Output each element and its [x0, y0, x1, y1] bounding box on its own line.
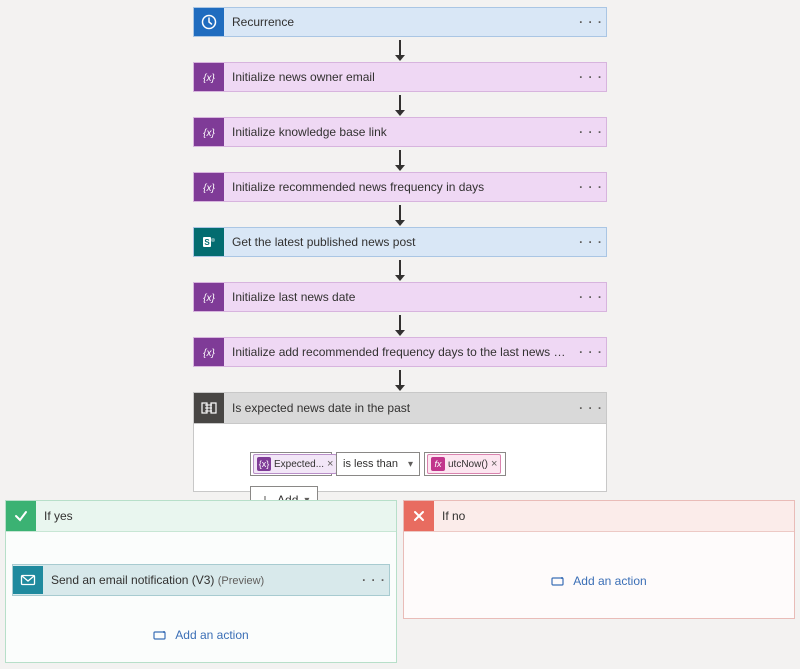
chip-remove-icon[interactable]: ×	[491, 458, 497, 470]
get-latest-action[interactable]: S Get the latest published news post · ·…	[193, 227, 607, 257]
chip-remove-icon[interactable]: ×	[327, 458, 333, 470]
more-icon[interactable]: · · ·	[576, 401, 606, 415]
condition-right-operand[interactable]: fx utcNow() ×	[424, 452, 506, 476]
init-kb-title: Initialize knowledge base link	[224, 125, 576, 139]
init-freq-title: Initialize recommended news frequency in…	[224, 180, 576, 194]
get-latest-title: Get the latest published news post	[224, 235, 576, 249]
connector-arrow	[399, 40, 401, 56]
variable-icon: {x}	[194, 63, 224, 91]
recurrence-more-icon[interactable]: · · ·	[576, 15, 606, 29]
variable-icon: {x}	[194, 118, 224, 146]
svg-text:{x}: {x}	[203, 128, 215, 139]
sharepoint-icon: S	[194, 228, 224, 256]
if-no-branch: If no Add an action	[403, 500, 795, 619]
more-icon[interactable]: · · ·	[576, 70, 606, 84]
init-kb-action[interactable]: {x} Initialize knowledge base link · · ·	[193, 117, 607, 147]
more-icon[interactable]: · · ·	[576, 290, 606, 304]
clock-icon	[194, 8, 224, 36]
connector-arrow	[399, 370, 401, 386]
more-icon[interactable]: · · ·	[359, 573, 389, 587]
variable-chip-label: Expected...	[274, 459, 324, 470]
connector-arrow	[399, 315, 401, 331]
if-yes-branch: If yes Send an email notification (V3) (…	[5, 500, 397, 663]
svg-text:S: S	[204, 238, 210, 247]
if-yes-title: If yes	[36, 509, 81, 523]
svg-text:{x}: {x}	[203, 348, 215, 359]
send-email-title: Send an email notification (V3) (Preview…	[43, 573, 359, 587]
init-last-title: Initialize last news date	[224, 290, 576, 304]
check-icon	[6, 501, 36, 531]
chevron-down-icon: ▾	[408, 459, 413, 470]
condition-left-operand[interactable]: {x} Expected... ×	[250, 452, 332, 476]
init-owner-action[interactable]: {x} Initialize news owner email · · ·	[193, 62, 607, 92]
expression-chip: fx utcNow() ×	[427, 454, 501, 474]
recurrence-trigger[interactable]: Recurrence · · ·	[193, 7, 607, 37]
svg-text:{x}: {x}	[203, 73, 215, 84]
recurrence-title: Recurrence	[224, 15, 576, 29]
operator-dropdown[interactable]: is less than ▾	[336, 452, 420, 476]
send-email-action[interactable]: Send an email notification (V3) (Preview…	[12, 564, 390, 596]
condition-title: Is expected news date in the past	[224, 401, 576, 415]
init-owner-title: Initialize news owner email	[224, 70, 576, 84]
variable-icon: {x}	[194, 283, 224, 311]
init-freq-action[interactable]: {x} Initialize recommended news frequenc…	[193, 172, 607, 202]
init-add-action[interactable]: {x} Initialize add recommended frequency…	[193, 337, 607, 367]
more-icon[interactable]: · · ·	[576, 180, 606, 194]
svg-text:{x}: {x}	[203, 183, 215, 194]
add-action-icon	[153, 629, 169, 641]
add-action-link[interactable]: Add an action	[153, 628, 248, 642]
expression-chip-label: utcNow()	[448, 459, 488, 470]
if-no-title: If no	[434, 509, 473, 523]
add-action-link[interactable]: Add an action	[551, 574, 646, 588]
function-chip-icon: fx	[431, 457, 445, 471]
variable-chip: {x} Expected... ×	[253, 454, 337, 474]
more-icon[interactable]: · · ·	[576, 125, 606, 139]
add-action-label: Add an action	[175, 628, 248, 642]
variable-chip-icon: {x}	[257, 457, 271, 471]
svg-text:{x}: {x}	[203, 293, 215, 304]
more-icon[interactable]: · · ·	[576, 345, 606, 359]
operator-label: is less than	[343, 458, 398, 470]
mail-icon	[13, 566, 43, 594]
more-icon[interactable]: · · ·	[576, 235, 606, 249]
init-add-title: Initialize add recommended frequency day…	[224, 345, 576, 359]
add-action-icon	[551, 575, 567, 587]
add-action-label: Add an action	[573, 574, 646, 588]
connector-arrow	[399, 205, 401, 221]
init-last-action[interactable]: {x} Initialize last news date · · ·	[193, 282, 607, 312]
condition-card[interactable]: Is expected news date in the past · · · …	[193, 392, 607, 492]
condition-icon	[194, 393, 224, 423]
connector-arrow	[399, 150, 401, 166]
close-icon	[404, 501, 434, 531]
connector-arrow	[399, 95, 401, 111]
connector-arrow	[399, 260, 401, 276]
variable-icon: {x}	[194, 338, 224, 366]
variable-icon: {x}	[194, 173, 224, 201]
